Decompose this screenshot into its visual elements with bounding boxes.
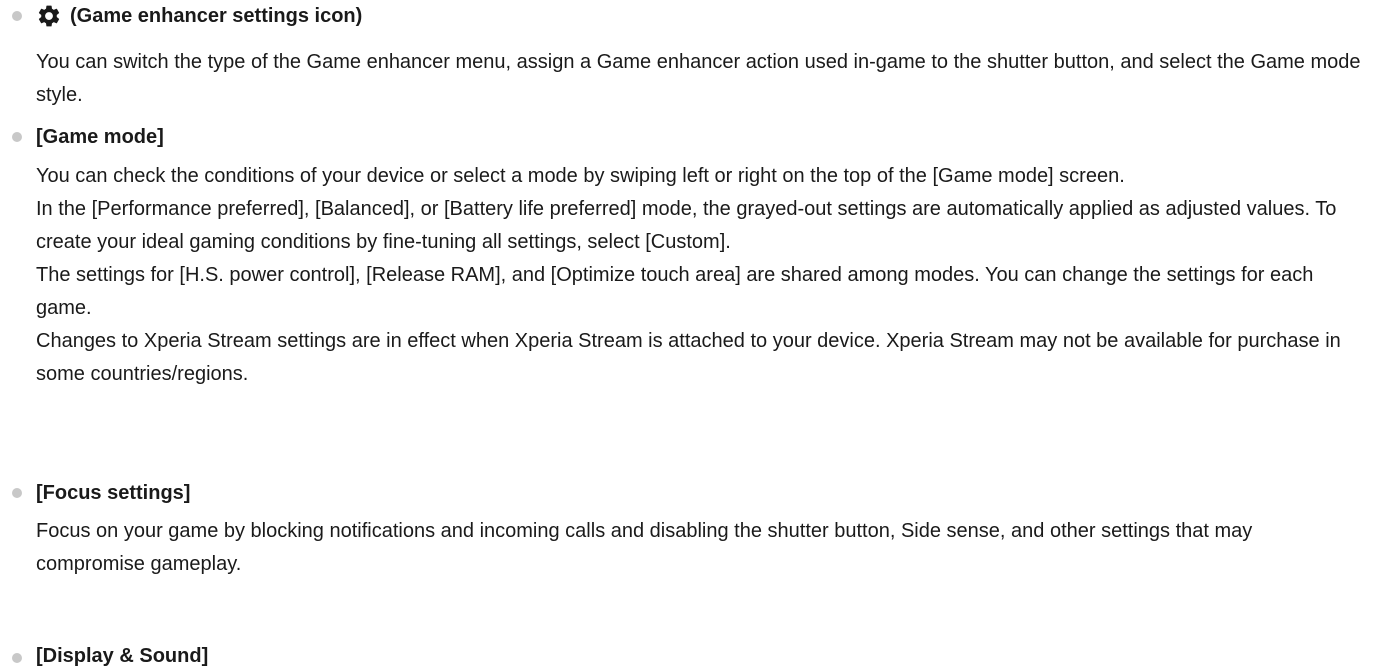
item-heading-text: [Focus settings] — [36, 482, 191, 504]
document-page: (Game enhancer settings icon) You can sw… — [0, 0, 1388, 670]
paragraph: In the [Performance preferred], [Balance… — [36, 198, 1337, 253]
item-body: Focus on your game by blocking notificat… — [36, 515, 1366, 581]
bullet-icon — [12, 11, 22, 21]
item-heading: [Display & Sound] — [36, 642, 208, 670]
paragraph: Changes to Xperia Stream settings are in… — [36, 330, 1341, 385]
paragraph: You can switch the type of the Game enha… — [36, 51, 1361, 106]
item-body: You can check the conditions of your dev… — [36, 160, 1366, 391]
paragraph: The settings for [H.S. power control], [… — [36, 264, 1314, 319]
item-heading: [Game mode] — [36, 123, 164, 151]
bullet-icon — [12, 488, 22, 498]
item-heading: [Focus settings] — [36, 479, 190, 507]
paragraph: You can check the conditions of your dev… — [36, 165, 1125, 187]
item-heading-text: [Display & Sound] — [36, 645, 209, 667]
item-heading: (Game enhancer settings icon) — [36, 2, 362, 30]
item-heading-text: [Game mode] — [36, 126, 164, 148]
item-heading-text: (Game enhancer settings icon) — [70, 5, 363, 27]
bullet-icon — [12, 653, 22, 663]
item-body: You can switch the type of the Game enha… — [36, 46, 1366, 112]
paragraph: Focus on your game by blocking notificat… — [36, 520, 1253, 575]
gear-icon — [38, 5, 60, 27]
bullet-icon — [12, 132, 22, 142]
